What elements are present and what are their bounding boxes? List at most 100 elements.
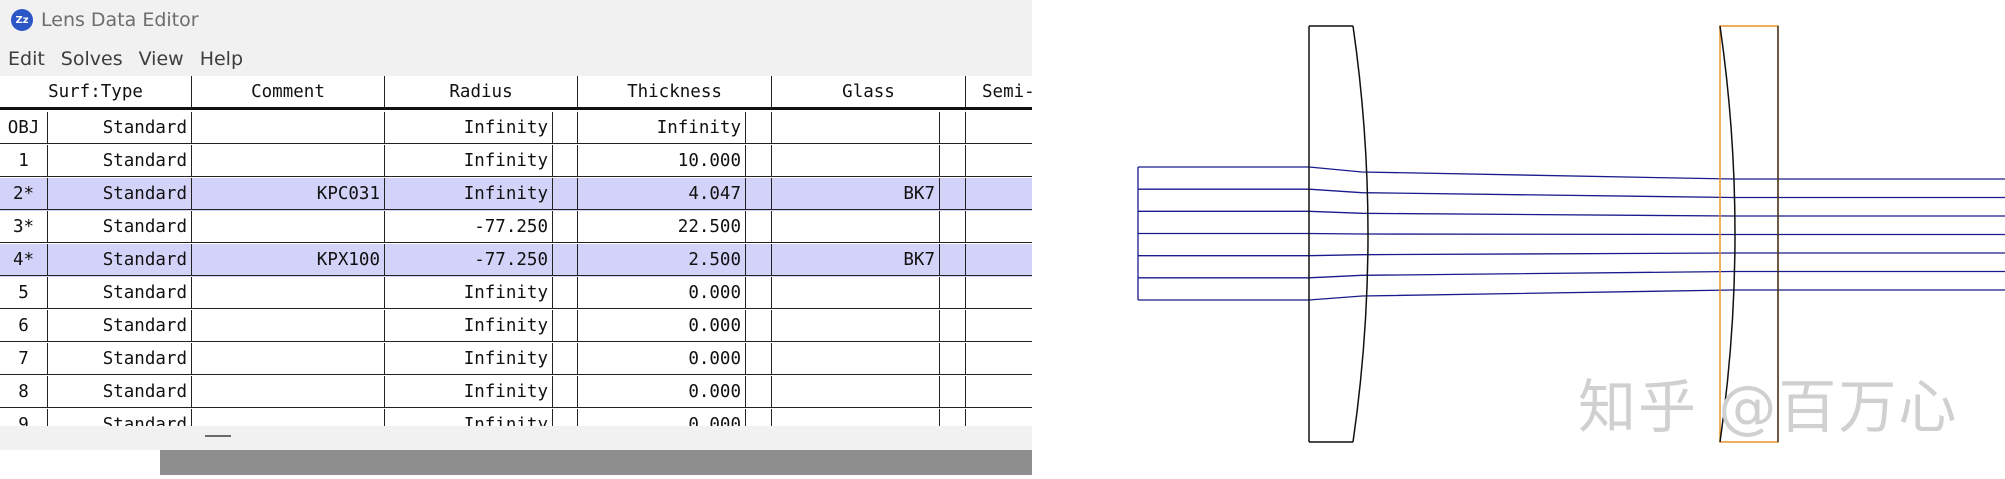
surf-type-cell[interactable]: Standard xyxy=(48,211,192,243)
glass-cell[interactable] xyxy=(772,310,940,342)
semi-diameter-cell[interactable] xyxy=(966,244,1032,276)
thickness-solve-cell[interactable] xyxy=(746,112,772,144)
thickness-cell[interactable]: 0.000 xyxy=(578,343,746,375)
thickness-solve-cell[interactable] xyxy=(746,244,772,276)
comment-cell[interactable] xyxy=(192,145,385,177)
glass-cell[interactable] xyxy=(772,277,940,309)
semi-diameter-cell[interactable] xyxy=(966,211,1032,243)
comment-cell[interactable] xyxy=(192,112,385,144)
semi-diameter-cell[interactable] xyxy=(966,343,1032,375)
surf-type-cell[interactable]: Standard xyxy=(48,244,192,276)
thickness-cell[interactable]: 0.000 xyxy=(578,376,746,408)
glass-cell[interactable] xyxy=(772,343,940,375)
thickness-solve-cell[interactable] xyxy=(746,145,772,177)
surf-type-cell[interactable]: Standard xyxy=(48,343,192,375)
comment-cell[interactable]: KPX100 xyxy=(192,244,385,276)
table-row[interactable]: 7 Standard Infinity 0.000 xyxy=(0,343,1032,376)
glass-cell[interactable] xyxy=(772,409,940,426)
radius-cell[interactable]: -77.250 xyxy=(385,211,553,243)
radius-cell[interactable]: Infinity xyxy=(385,145,553,177)
radius-cell[interactable]: -77.250 xyxy=(385,244,553,276)
table-row[interactable]: OBJ Standard Infinity Infinity xyxy=(0,112,1032,145)
surf-number-cell[interactable]: 5 xyxy=(0,277,48,309)
thickness-cell[interactable]: 0.000 xyxy=(578,310,746,342)
comment-cell[interactable] xyxy=(192,343,385,375)
header-radius[interactable]: Radius xyxy=(385,76,578,110)
radius-solve-cell[interactable] xyxy=(553,112,578,144)
glass-cell[interactable] xyxy=(772,112,940,144)
header-comment[interactable]: Comment xyxy=(192,76,385,110)
menu-edit[interactable]: Edit xyxy=(0,48,53,74)
header-thickness[interactable]: Thickness xyxy=(578,76,772,110)
glass-solve-cell[interactable] xyxy=(940,178,966,210)
thickness-cell[interactable]: 10.000 xyxy=(578,145,746,177)
thickness-cell[interactable]: Infinity xyxy=(578,112,746,144)
semi-diameter-cell[interactable] xyxy=(966,376,1032,408)
surf-number-cell[interactable]: 8 xyxy=(0,376,48,408)
menu-help[interactable]: Help xyxy=(192,48,251,74)
glass-solve-cell[interactable] xyxy=(940,343,966,375)
radius-cell[interactable]: Infinity xyxy=(385,310,553,342)
comment-cell[interactable]: KPC031 xyxy=(192,178,385,210)
glass-solve-cell[interactable] xyxy=(940,145,966,177)
radius-cell[interactable]: Infinity xyxy=(385,376,553,408)
radius-cell[interactable]: Infinity xyxy=(385,178,553,210)
glass-solve-cell[interactable] xyxy=(940,310,966,342)
table-row[interactable]: 4* Standard KPX100 -77.250 2.500 BK7 xyxy=(0,244,1032,277)
radius-solve-cell[interactable] xyxy=(553,409,578,426)
glass-cell[interactable]: BK7 xyxy=(772,178,940,210)
semi-diameter-cell[interactable] xyxy=(966,277,1032,309)
glass-solve-cell[interactable] xyxy=(940,112,966,144)
glass-solve-cell[interactable] xyxy=(940,244,966,276)
header-glass[interactable]: Glass xyxy=(772,76,966,110)
surf-number-cell[interactable]: 7 xyxy=(0,343,48,375)
radius-solve-cell[interactable] xyxy=(553,310,578,342)
radius-solve-cell[interactable] xyxy=(553,145,578,177)
thickness-cell[interactable]: 4.047 xyxy=(578,178,746,210)
semi-diameter-cell[interactable] xyxy=(966,310,1032,342)
title-bar[interactable]: Zz Lens Data Editor xyxy=(0,0,1032,40)
semi-diameter-cell[interactable] xyxy=(966,409,1032,426)
glass-solve-cell[interactable] xyxy=(940,211,966,243)
radius-cell[interactable]: Infinity xyxy=(385,277,553,309)
surf-type-cell[interactable]: Standard xyxy=(48,277,192,309)
thickness-solve-cell[interactable] xyxy=(746,376,772,408)
header-semi-diameter[interactable]: Semi- xyxy=(966,76,1032,110)
table-row[interactable]: 1 Standard Infinity 10.000 xyxy=(0,145,1032,178)
table-row[interactable]: 6 Standard Infinity 0.000 xyxy=(0,310,1032,343)
surf-number-cell[interactable]: 9 xyxy=(0,409,48,426)
radius-solve-cell[interactable] xyxy=(553,178,578,210)
thickness-solve-cell[interactable] xyxy=(746,211,772,243)
surf-number-cell[interactable]: 2* xyxy=(0,178,48,210)
thickness-solve-cell[interactable] xyxy=(746,409,772,426)
glass-solve-cell[interactable] xyxy=(940,409,966,426)
comment-cell[interactable] xyxy=(192,310,385,342)
comment-cell[interactable] xyxy=(192,277,385,309)
radius-cell[interactable]: Infinity xyxy=(385,112,553,144)
surf-type-cell[interactable]: Standard xyxy=(48,145,192,177)
table-row[interactable]: 8 Standard Infinity 0.000 xyxy=(0,376,1032,409)
surf-type-cell[interactable]: Standard xyxy=(48,310,192,342)
semi-diameter-cell[interactable] xyxy=(966,178,1032,210)
surf-number-cell[interactable]: OBJ xyxy=(0,112,48,144)
surf-type-cell[interactable]: Standard xyxy=(48,178,192,210)
table-row[interactable]: 2* Standard KPC031 Infinity 4.047 BK7 xyxy=(0,178,1032,211)
glass-solve-cell[interactable] xyxy=(940,376,966,408)
surf-number-cell[interactable]: 3* xyxy=(0,211,48,243)
surf-type-cell[interactable]: Standard xyxy=(48,376,192,408)
thickness-solve-cell[interactable] xyxy=(746,178,772,210)
table-row[interactable]: 3* Standard -77.250 22.500 xyxy=(0,211,1032,244)
comment-cell[interactable] xyxy=(192,376,385,408)
glass-cell[interactable] xyxy=(772,376,940,408)
radius-solve-cell[interactable] xyxy=(553,277,578,309)
surf-type-cell[interactable]: Standard xyxy=(48,409,192,426)
radius-solve-cell[interactable] xyxy=(553,244,578,276)
thickness-cell[interactable]: 2.500 xyxy=(578,244,746,276)
thickness-solve-cell[interactable] xyxy=(746,310,772,342)
table-row[interactable]: 9 Standard Infinity 0.000 xyxy=(0,409,1032,426)
semi-diameter-cell[interactable] xyxy=(966,112,1032,144)
table-row[interactable]: 5 Standard Infinity 0.000 xyxy=(0,277,1032,310)
radius-solve-cell[interactable] xyxy=(553,343,578,375)
surf-number-cell[interactable]: 4* xyxy=(0,244,48,276)
horizontal-scrollbar[interactable] xyxy=(0,426,1032,450)
